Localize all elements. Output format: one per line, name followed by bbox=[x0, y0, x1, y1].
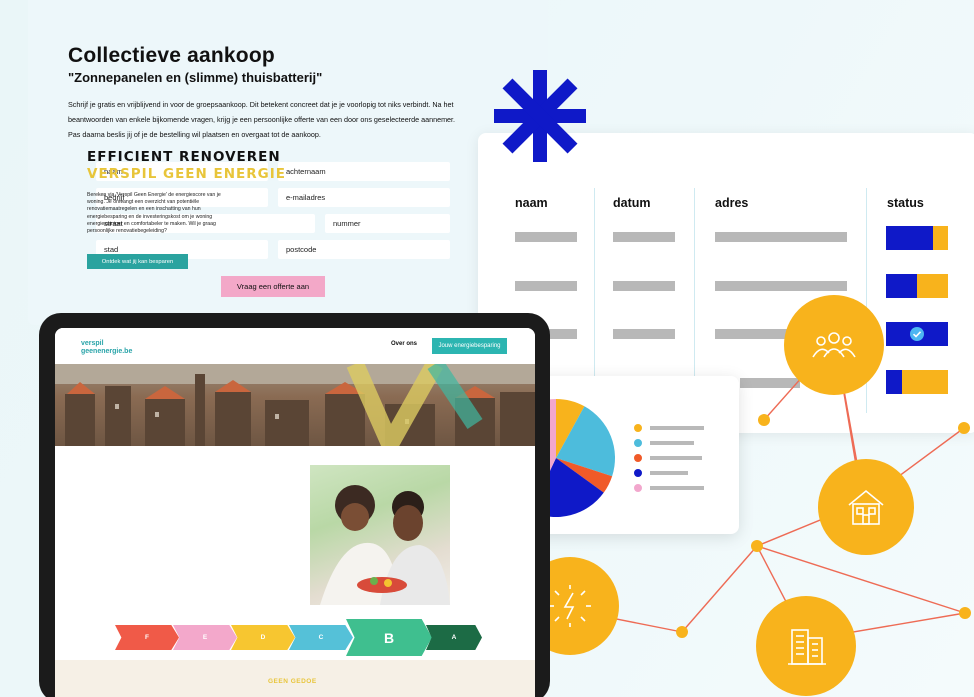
network-node bbox=[958, 422, 970, 434]
site-navbar: verspil geenenergie.be Over ons Jouw ene… bbox=[55, 328, 535, 364]
family-photo bbox=[310, 465, 450, 605]
lightbulb-icon bbox=[549, 585, 591, 627]
building-circle bbox=[756, 596, 856, 696]
network-node bbox=[676, 626, 688, 638]
legend-dot bbox=[634, 484, 642, 492]
people-circle bbox=[784, 295, 884, 395]
legend-placeholder-bar bbox=[650, 441, 694, 445]
energy-label-e: E bbox=[173, 625, 237, 650]
network-node bbox=[758, 414, 770, 426]
hero-headline-2: VERSPIL GEEN ENERGIE bbox=[87, 166, 286, 182]
energy-label-b: B bbox=[346, 619, 432, 656]
legend-placeholder-bar bbox=[650, 456, 702, 460]
legend-dot bbox=[634, 439, 642, 447]
office-building-icon bbox=[788, 629, 826, 665]
legend-placeholder-bar bbox=[650, 471, 688, 475]
logo-line-2: geenenergie.be bbox=[81, 348, 133, 355]
legend-placeholder-bar bbox=[650, 426, 704, 430]
site-logo[interactable]: verspil geenenergie.be bbox=[81, 340, 132, 356]
logo-line-1: verspil bbox=[81, 340, 104, 347]
legend-placeholder-bar bbox=[650, 486, 704, 490]
nav-link-over-ons[interactable]: Over ons bbox=[391, 341, 417, 347]
nav-energy-saving-button[interactable]: Jouw energiebesparing bbox=[432, 338, 507, 354]
legend-dot bbox=[634, 424, 642, 432]
footer-heading: GEEN GEDOE bbox=[268, 678, 317, 685]
energy-label-f: F bbox=[115, 625, 179, 650]
energy-label-a: A bbox=[426, 625, 482, 650]
legend-dot bbox=[634, 454, 642, 462]
hero-headline-1: EFFICIENT RENOVEREN bbox=[87, 149, 281, 165]
discover-savings-button[interactable]: Ontdek wat jij kan besparen bbox=[87, 254, 188, 269]
energy-label-d: D bbox=[231, 625, 295, 650]
legend-dot bbox=[634, 469, 642, 477]
city-skyline-image bbox=[55, 364, 535, 446]
hero-body-text: Bereken via 'Verspil Geen Energie' de en… bbox=[87, 192, 221, 235]
people-icon bbox=[812, 332, 856, 358]
network-node bbox=[751, 540, 763, 552]
network-node bbox=[959, 607, 971, 619]
hero-city-photo bbox=[55, 364, 535, 446]
house-icon bbox=[848, 489, 884, 525]
tablet-screen: verspil geenenergie.be Over ons Jouw ene… bbox=[55, 328, 535, 697]
asterisk-icon bbox=[494, 70, 586, 162]
house-circle bbox=[818, 459, 914, 555]
energy-label-c: C bbox=[289, 625, 353, 650]
